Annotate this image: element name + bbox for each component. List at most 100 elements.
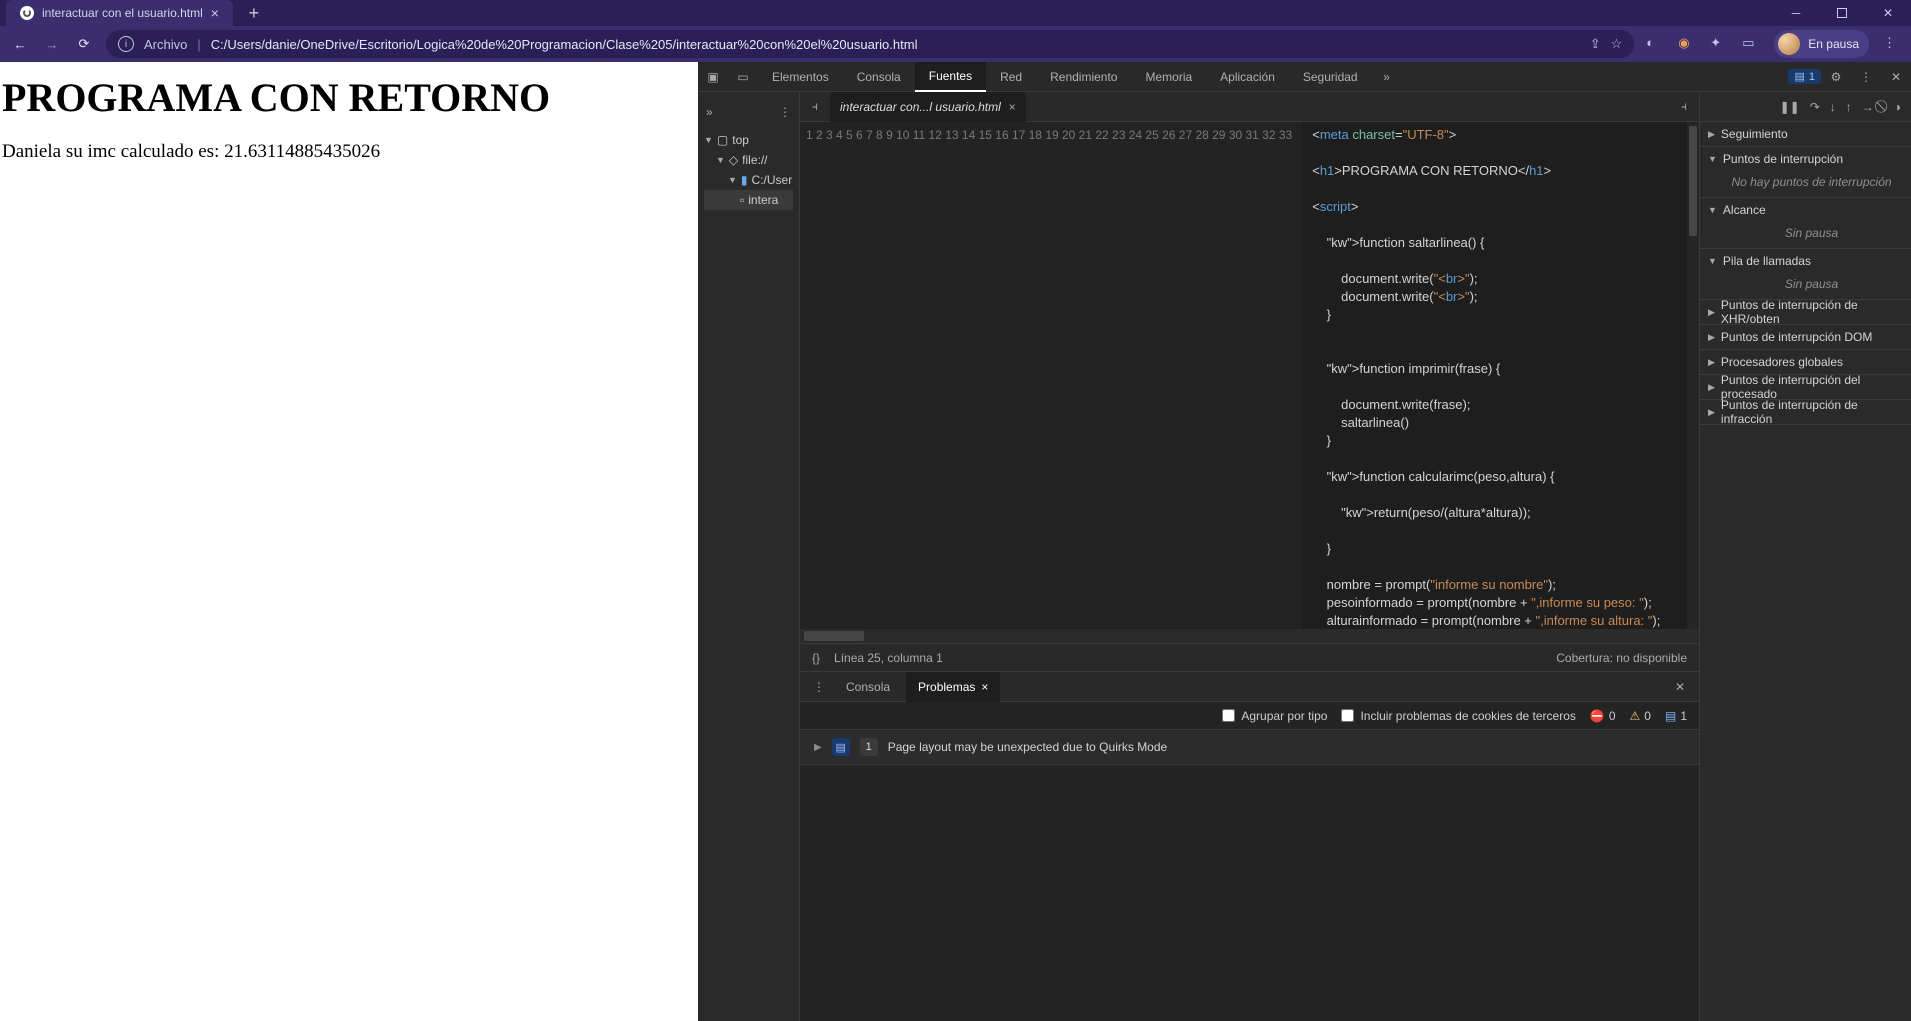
info-icon[interactable]: i — [118, 36, 134, 52]
editor-filetab-label: interactuar con...l usuario.html — [840, 100, 1001, 114]
editor-more-icon[interactable]: ⫞ — [1669, 92, 1699, 122]
coverage-status: Cobertura: no disponible — [1556, 651, 1687, 665]
sources-navigator: » ⋮ ▼ ▢ top ▼ ◇ file:// ▼ ▮ C:/User ▫ in… — [698, 92, 800, 1021]
issue-count-badge: 1 — [860, 738, 878, 756]
console-drawer: ⋮ Consola Problemas × ✕ Agrupar por tipo… — [800, 671, 1699, 1021]
braces-icon[interactable]: {} — [812, 651, 820, 665]
extensions-puzzle-icon[interactable]: ✦ — [1710, 35, 1728, 53]
warning-count-icon: ⚠ — [1630, 709, 1641, 723]
extension-icon-2[interactable]: ◉ — [1678, 35, 1696, 53]
issue-message: Page layout may be unexpected due to Qui… — [888, 740, 1168, 754]
info-count-icon: ▤ — [1665, 709, 1676, 723]
expand-arrow-icon[interactable]: ▶ — [814, 742, 822, 753]
kebab-menu-icon[interactable]: ⋮ — [1883, 35, 1901, 53]
tab-memoria[interactable]: Memoria — [1131, 62, 1206, 92]
section-dom-breakpoints[interactable]: ▶Puntos de interrupción DOM — [1700, 325, 1911, 349]
pause-on-exceptions-icon[interactable]: ◑ — [1894, 100, 1901, 114]
close-tab-icon[interactable]: × — [211, 5, 219, 21]
nav-more-icon[interactable]: » — [706, 105, 713, 119]
step-over-icon[interactable]: ↷ — [1810, 100, 1820, 114]
no-breakpoints-label: No hay puntos de interrupción — [1700, 171, 1911, 197]
drawer-issue-row[interactable]: ▶ ▤ 1 Page layout may be unexpected due … — [800, 730, 1699, 765]
close-filetab-icon[interactable]: × — [1009, 100, 1016, 114]
section-event-listener-breakpoints[interactable]: ▶Puntos de interrupción del procesado — [1700, 375, 1911, 399]
group-by-type-checkbox[interactable]: Agrupar por tipo — [1222, 709, 1327, 723]
devtools-kebab-icon[interactable]: ⋮ — [1851, 62, 1881, 92]
editor-filetab[interactable]: interactuar con...l usuario.html × — [830, 92, 1026, 122]
window-close-button[interactable]: ✕ — [1865, 0, 1911, 26]
editor-status-bar: {} Línea 25, columna 1 Cobertura: no dis… — [800, 643, 1699, 671]
tab-title: interactuar con el usuario.html — [42, 6, 203, 20]
window-minimize-button[interactable]: ─ — [1773, 0, 1819, 26]
tab-seguridad[interactable]: Seguridad — [1289, 62, 1372, 92]
rendered-page: PROGRAMA CON RETORNO Daniela su imc calc… — [0, 62, 698, 1021]
code-editor[interactable]: 1 2 3 4 5 6 7 8 9 10 11 12 13 14 15 16 1… — [800, 122, 1699, 629]
sidepanel-icon[interactable]: ▭ — [1742, 35, 1760, 53]
tab-fuentes[interactable]: Fuentes — [915, 62, 986, 92]
browser-tab[interactable]: interactuar con el usuario.html × — [6, 0, 233, 26]
profile-label: En pausa — [1808, 37, 1859, 51]
section-seguimiento[interactable]: ▶Seguimiento — [1700, 122, 1911, 146]
reload-button[interactable]: ⟳ — [74, 34, 94, 54]
tree-file-selected[interactable]: ▫ intera — [704, 190, 793, 210]
devtools-close-icon[interactable]: ✕ — [1881, 62, 1911, 92]
drawer-kebab-icon[interactable]: ⋮ — [808, 680, 830, 694]
browser-toolbar: ← → ⟳ i Archivo | C:/Users/danie/OneDriv… — [0, 26, 1911, 62]
editor-scrollbar-vertical[interactable] — [1687, 122, 1699, 629]
more-tabs-icon[interactable]: » — [1372, 62, 1402, 92]
window-maximize-button[interactable] — [1819, 0, 1865, 26]
alcance-empty-label: Sin pausa — [1700, 222, 1911, 248]
page-imc-line: Daniela su imc calculado es: 21.63114885… — [2, 141, 696, 163]
callstack-empty-label: Sin pausa — [1700, 273, 1911, 299]
tree-folder[interactable]: ▼ ▮ C:/User — [704, 170, 793, 190]
debugger-sidebar: ❚❚ ↷ ↓ ↑ → ⃠ ◑ ▶Seguimiento ▼Puntos de i… — [1699, 92, 1911, 1021]
section-alcance[interactable]: ▼Alcance — [1700, 198, 1911, 222]
include-cookie-issues-checkbox[interactable]: Incluir problemas de cookies de terceros — [1341, 709, 1575, 723]
section-xhr-breakpoints[interactable]: ▶Puntos de interrupción de XHR/obten — [1700, 300, 1911, 324]
forward-button[interactable]: → — [42, 34, 62, 54]
tree-file-scheme[interactable]: ▼ ◇ file:// — [704, 150, 793, 170]
section-breakpoints[interactable]: ▼Puntos de interrupción — [1700, 147, 1911, 171]
close-drawer-tab-icon[interactable]: × — [981, 680, 988, 694]
step-out-icon[interactable]: ↑ — [1846, 100, 1852, 114]
tab-elementos[interactable]: Elementos — [758, 62, 843, 92]
step-icon[interactable]: → — [1862, 100, 1874, 114]
page-heading: PROGRAMA CON RETORNO — [2, 74, 696, 121]
nav-kebab-icon[interactable]: ⋮ — [779, 105, 791, 119]
tab-aplicacion[interactable]: Aplicación — [1206, 62, 1289, 92]
editor-scrollbar-horizontal[interactable] — [800, 629, 1699, 643]
url-scheme-label: Archivo — [144, 37, 187, 52]
show-navigator-icon[interactable]: ⫞ — [800, 92, 830, 122]
new-tab-button[interactable]: + — [241, 0, 267, 26]
section-global-listeners[interactable]: ▶Procesadores globales — [1700, 350, 1911, 374]
step-into-icon[interactable]: ↓ — [1830, 100, 1836, 114]
avatar — [1778, 33, 1800, 55]
error-count-icon: ⛔ — [1590, 709, 1605, 723]
address-bar[interactable]: i Archivo | C:/Users/danie/OneDrive/Escr… — [106, 30, 1634, 58]
drawer-close-icon[interactable]: ✕ — [1669, 680, 1691, 694]
issues-badge[interactable]: ▤ 1 — [1788, 69, 1821, 84]
drawer-tab-problemas[interactable]: Problemas × — [906, 672, 1000, 702]
share-icon[interactable]: ⇪ — [1590, 36, 1601, 52]
devtools-settings-icon[interactable]: ⚙ — [1821, 62, 1851, 92]
tab-rendimiento[interactable]: Rendimiento — [1036, 62, 1131, 92]
drawer-tab-consola[interactable]: Consola — [834, 672, 902, 702]
devtools-panel: ▣ ▭ Elementos Consola Fuentes Red Rendim… — [698, 62, 1911, 1021]
issue-badge: ▤ — [832, 738, 850, 756]
bookmark-icon[interactable]: ☆ — [1611, 36, 1623, 52]
extension-icon-1[interactable]: ◐ — [1646, 35, 1664, 53]
url-path: C:/Users/danie/OneDrive/Escritorio/Logic… — [211, 37, 918, 52]
section-csp-breakpoints[interactable]: ▶Puntos de interrupción de infracción — [1700, 400, 1911, 424]
profile-chip[interactable]: En pausa — [1774, 30, 1869, 58]
inspect-element-icon[interactable]: ▣ — [698, 62, 728, 92]
pause-icon[interactable]: ❚❚ — [1780, 100, 1800, 114]
tree-top[interactable]: ▼ ▢ top — [704, 130, 793, 150]
cursor-position: Línea 25, columna 1 — [834, 651, 943, 665]
globe-icon — [20, 6, 34, 20]
browser-tabstrip: interactuar con el usuario.html × + ─ ✕ — [0, 0, 1911, 26]
tab-consola[interactable]: Consola — [843, 62, 915, 92]
back-button[interactable]: ← — [10, 34, 30, 54]
device-toggle-icon[interactable]: ▭ — [728, 62, 758, 92]
tab-red[interactable]: Red — [986, 62, 1036, 92]
section-callstack[interactable]: ▼Pila de llamadas — [1700, 249, 1911, 273]
